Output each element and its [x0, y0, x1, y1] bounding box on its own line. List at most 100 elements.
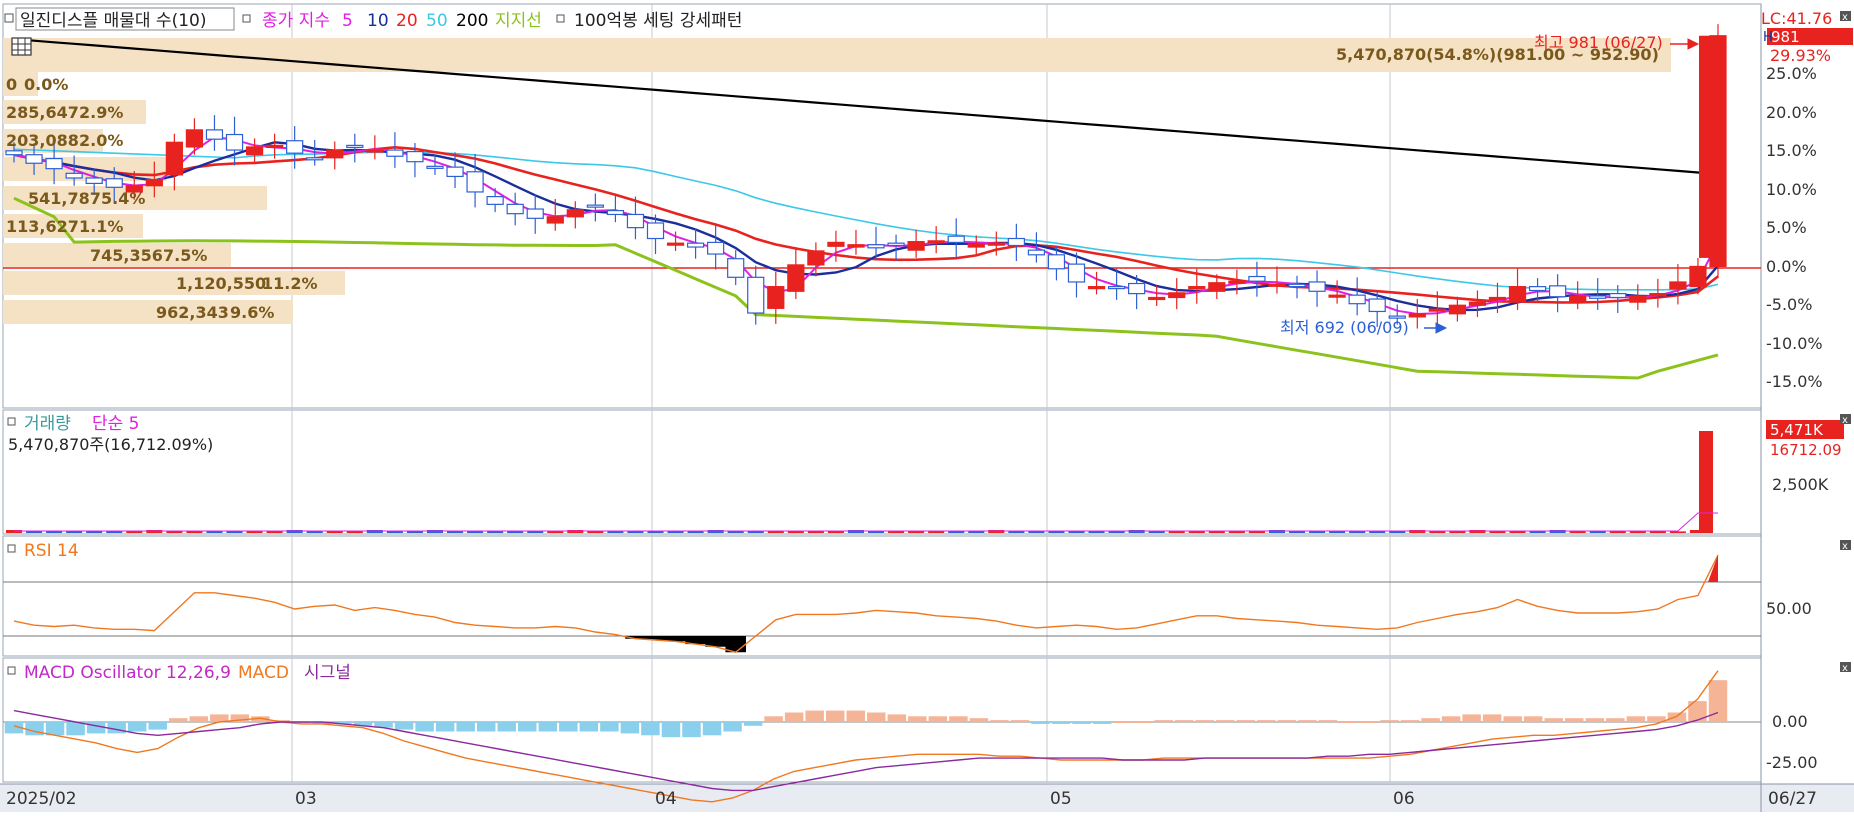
candle-down — [406, 151, 424, 163]
volume-bar — [587, 531, 604, 533]
volume-bar — [1589, 531, 1606, 533]
volume-bar — [1509, 531, 1526, 533]
candle-down — [1288, 283, 1306, 288]
candle-down — [1128, 282, 1146, 295]
legend-macd-line: MACD — [238, 663, 289, 683]
volume-bar — [66, 531, 83, 533]
y-tick-label: -5.0% — [1766, 295, 1812, 314]
stock-chart[interactable]: 5,470,870(54.8%)(981.00 ~ 952.90) 0 285,… — [0, 0, 1854, 812]
candle-up — [265, 144, 284, 148]
candle-up — [1448, 304, 1467, 315]
candle-up — [1488, 296, 1507, 301]
macd-oscillator-bar — [1031, 722, 1050, 724]
macd-oscillator-bar — [579, 722, 599, 732]
volume-bar — [487, 531, 504, 533]
volume-bar — [1609, 531, 1626, 533]
macd-oscillator-bar — [702, 722, 722, 736]
profile-label-pct: 1.1% — [79, 217, 123, 236]
volume-bar — [787, 531, 804, 533]
legend-checkbox[interactable] — [7, 544, 16, 553]
y-tick-label: 20.0% — [1766, 103, 1817, 122]
volume-bar — [767, 531, 784, 533]
profile-label-pct: 7.5% — [163, 246, 207, 265]
volume-bar — [386, 531, 403, 533]
macd-oscillator-bar — [764, 716, 783, 722]
volume-bar — [1369, 531, 1386, 533]
volume-bar — [166, 531, 183, 533]
low-annotation: 최저 692 (06/09) — [1280, 318, 1409, 337]
y-tick-label: 0.0% — [1766, 257, 1807, 276]
macd-oscillator-bar — [1113, 722, 1132, 723]
candle-up — [145, 178, 163, 187]
volume-bar — [306, 531, 323, 533]
volume-bar — [908, 531, 925, 533]
profile-label-vol: 541,787 — [28, 189, 101, 208]
candle-up — [1408, 313, 1426, 318]
volume-tick-label: 2,500K — [1772, 475, 1829, 494]
rsi-tick-label: 50.00 — [1766, 599, 1812, 618]
volume-bar — [346, 531, 363, 533]
main-legend: 일진디스플 매물대 수(10) 종가 지수 5 10 20 50 200 지지선… — [4, 7, 742, 31]
profile-label-pct: 11.2% — [262, 274, 318, 293]
candle-down — [466, 171, 484, 193]
profile-label-pct: 2.9% — [79, 103, 123, 122]
legend-checkbox[interactable] — [556, 14, 565, 23]
candle-down — [727, 258, 745, 278]
candle-down — [707, 241, 725, 255]
volume-bar — [827, 531, 844, 533]
profile-label-pct: 0.0% — [24, 75, 68, 94]
legend-checkbox[interactable] — [7, 666, 16, 675]
volume-bar — [1148, 531, 1165, 533]
macd-oscillator-bar — [435, 722, 455, 732]
macd-oscillator-bar — [1298, 720, 1317, 722]
lc-label: LC:41.76 — [1761, 9, 1832, 28]
macd-oscillator-bar — [415, 722, 434, 732]
candle-down — [1248, 275, 1266, 282]
legend-checkbox[interactable] — [242, 14, 251, 23]
candle-up — [1629, 295, 1647, 303]
volume-bar — [226, 531, 243, 533]
candle-down — [1067, 263, 1086, 283]
volume-bar — [1288, 531, 1306, 533]
legend-checkbox[interactable] — [7, 417, 16, 426]
macd-oscillator-bar — [1421, 718, 1440, 722]
macd-oscillator-bar — [476, 722, 496, 732]
candle-up — [1649, 293, 1667, 297]
volume-bar — [667, 531, 684, 533]
candle-up — [366, 149, 384, 153]
volume-bar — [1629, 531, 1646, 533]
macd-oscillator-bar — [949, 716, 968, 722]
y-tick-label: 15.0% — [1766, 141, 1817, 160]
macd-tick-label: 0.00 — [1772, 712, 1808, 731]
y-tick-label: -10.0% — [1766, 334, 1823, 353]
high-annotation: 최고 981 (06/27) — [1534, 33, 1663, 52]
legend-checkbox[interactable] — [4, 13, 14, 23]
candle-up — [326, 149, 344, 159]
candle-up — [245, 146, 264, 156]
candle-down — [1589, 295, 1607, 299]
volume-bar — [1429, 531, 1446, 533]
candle-down — [1368, 298, 1386, 313]
grid-icon[interactable] — [11, 37, 32, 56]
profile-label-vol: 0 — [6, 75, 17, 94]
candle-down — [25, 154, 43, 164]
macd-oscillator-bar — [1174, 720, 1194, 722]
macd-tick-label: -25.00 — [1766, 753, 1818, 772]
profile-label-vol: 1,120,550 — [176, 274, 266, 293]
macd-oscillator-bar — [1380, 720, 1399, 722]
candle-down — [1027, 249, 1046, 256]
volume-bar — [968, 531, 985, 533]
volume-bar — [46, 531, 63, 533]
candle-up — [546, 216, 564, 224]
legend-macd-osc: MACD Oscillator 12,26,9 — [24, 663, 231, 683]
svg-text:x: x — [1842, 12, 1848, 23]
macd-oscillator-bar — [1462, 714, 1481, 722]
candle-up — [987, 242, 1005, 246]
macd-oscillator-bar — [846, 710, 865, 722]
volume-bar — [1489, 531, 1506, 533]
volume-badge-label: 5,471K — [1770, 421, 1824, 439]
profile-label-vol: 113,627 — [6, 217, 79, 236]
macd-oscillator-bar — [1544, 718, 1563, 722]
candle-up — [927, 240, 945, 244]
macd-oscillator-bar — [1318, 720, 1338, 722]
